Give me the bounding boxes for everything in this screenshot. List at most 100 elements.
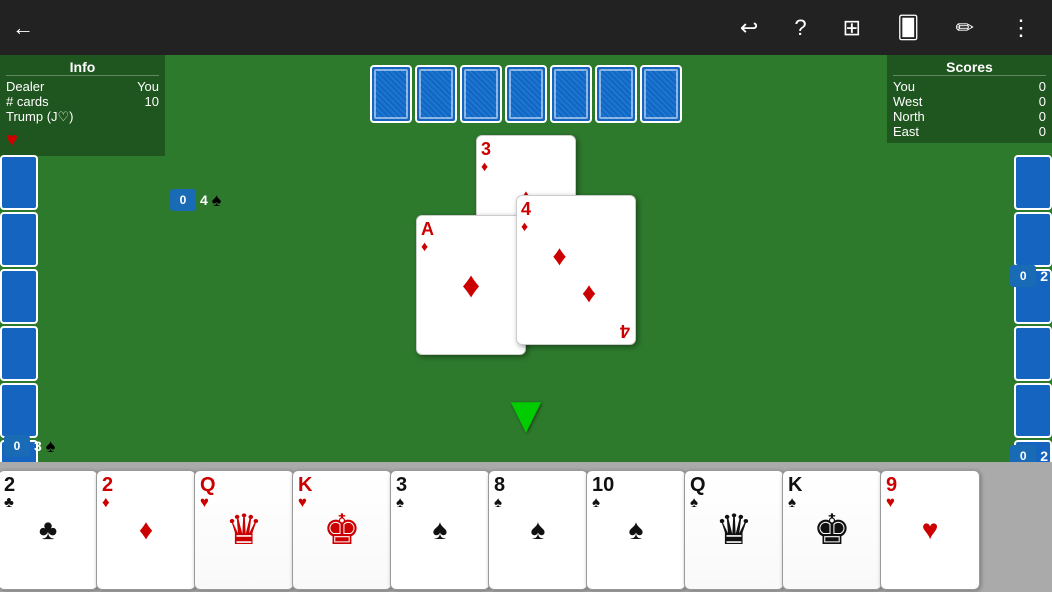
top-card-2 [415,65,457,123]
score-east-label: East [893,124,919,139]
dealer-label: Dealer [6,79,44,94]
score-north: North 0 [893,109,1046,124]
hand-card-9-rank: K [788,475,876,495]
right-top-bid-value: 0 [1010,265,1036,287]
card-east-rank-br: 4 [620,322,630,340]
score-you-value: 0 [1039,79,1046,94]
hand-card-6[interactable]: 8 ♠ ♠ [488,470,588,590]
left-card-5 [0,383,38,438]
right-card-2 [1014,212,1052,267]
hand-card-5-rank: 3 [396,475,484,495]
score-east-value: 0 [1039,124,1046,139]
card-north-rank: 3 [481,140,571,158]
top-card-7 [640,65,682,123]
undo-button[interactable]: ↩ [732,11,766,45]
dealer-row: Dealer You [6,79,159,94]
card-west-suit: ♦ [421,238,521,254]
trump-row: Trump (J♡) [6,109,159,125]
hand-card-7-rank: 10 [592,475,680,495]
top-player-cards [370,65,682,123]
trump-bid-badge: 0 4 ♠ [170,189,221,211]
left-bottom-badge: 0 3 ♠ [4,435,55,457]
hand-card-7-suit: ♠ [592,495,680,510]
card-east-rank: 4 [521,200,631,218]
hand-card-1-rank: 2 [4,475,92,495]
hand-card-5-suit: ♠ [396,495,484,510]
hand-card-2[interactable]: 2 ♦ ♦ [96,470,196,590]
top-card-1 [370,65,412,123]
card-west-rank: A [421,220,521,238]
left-card-3 [0,269,38,324]
hand-card-6-center: ♠ [531,514,546,546]
hand-card-5-center: ♠ [433,514,448,546]
score-panel: Scores You 0 West 0 North 0 East 0 [887,55,1052,143]
hand-card-9[interactable]: K ♠ ♚ [782,470,882,590]
top-card-4 [505,65,547,123]
hand-card-4[interactable]: K ♥ ♚ [292,470,392,590]
hand-card-10-rank: 9 [886,475,974,495]
hand-card-3[interactable]: Q ♥ ♛ [194,470,294,590]
played-card-west: A ♦ ♦ [416,215,526,355]
hand-card-6-rank: 8 [494,475,582,495]
hand-card-5[interactable]: 3 ♠ ♠ [390,470,490,590]
hand-card-6-suit: ♠ [494,495,582,510]
hand-card-3-rank: Q [200,475,288,495]
info-title: Info [6,59,159,76]
cards-label: # cards [6,94,49,109]
move-button[interactable]: ⊞ [835,11,869,45]
info-panel: Info Dealer You # cards 10 Trump (J♡) ♥ [0,55,165,156]
right-card-5 [1014,383,1052,438]
score-north-label: North [893,109,925,124]
hand-card-2-suit: ♦ [102,495,190,510]
back-button[interactable]: ← [12,15,34,41]
hand-card-10-center: ♥ [922,514,939,546]
game-area: Info Dealer You # cards 10 Trump (J♡) ♥ … [0,55,1052,592]
spade-icon: ♠ [212,190,222,211]
left-card-4 [0,326,38,381]
hand-card-8[interactable]: Q ♠ ♛ [684,470,784,590]
arrow-down-indicator: ▼ [500,385,551,445]
trump-bid-value: 0 [170,189,196,211]
right-card-4 [1014,326,1052,381]
top-card-6 [595,65,637,123]
left-bid-value: 0 [4,435,30,457]
hand-card-1-suit: ♣ [4,495,92,510]
left-spade-icon: ♠ [46,436,56,457]
hand-card-2-rank: 2 [102,475,190,495]
card-east-suit: ♦ [521,218,631,234]
left-card-2 [0,212,38,267]
score-west: West 0 [893,94,1046,109]
player-hand: 2 ♣ ♣ 2 ♦ ♦ Q ♥ ♛ K ♥ ♚ 3 ♠ ♠ 8 [0,462,1052,592]
score-title: Scores [893,59,1046,76]
dealer-value: You [137,79,159,94]
trump-label: Trump (J♡) [6,109,74,125]
card-north-suit: ♦ [481,158,571,174]
score-north-value: 0 [1039,109,1046,124]
top-toolbar: ← ↩ ? ⊞ 🂠 ✏ ⋮ [0,0,1052,55]
score-west-label: West [893,94,922,109]
right-card-1 [1014,155,1052,210]
score-east: East 0 [893,124,1046,139]
score-you-label: You [893,79,915,94]
hand-card-7[interactable]: 10 ♠ ♠ [586,470,686,590]
cards-button[interactable]: 🂠 [889,11,928,45]
top-card-5 [550,65,592,123]
score-you: You 0 [893,79,1046,94]
left-count: 3 [34,438,42,454]
top-card-3 [460,65,502,123]
cards-value: 10 [145,94,159,109]
trump-badge-row: ♥ [6,129,159,152]
hand-card-1[interactable]: 2 ♣ ♣ [0,470,98,590]
hand-card-1-center: ♣ [39,514,57,546]
notes-button[interactable]: ✏ [948,11,982,45]
left-card-1 [0,155,38,210]
help-button[interactable]: ? [786,11,814,45]
played-card-east: 4 ♦ ♦ ♦ 4 [516,195,636,345]
heart-icon: ♥ [6,129,18,152]
cards-row: # cards 10 [6,94,159,109]
hand-card-10-suit: ♥ [886,495,974,510]
trump-bid-count: 4 [200,192,208,208]
hand-card-10[interactable]: 9 ♥ ♥ [880,470,980,590]
more-button[interactable]: ⋮ [1002,11,1040,45]
hand-card-4-rank: K [298,475,386,495]
